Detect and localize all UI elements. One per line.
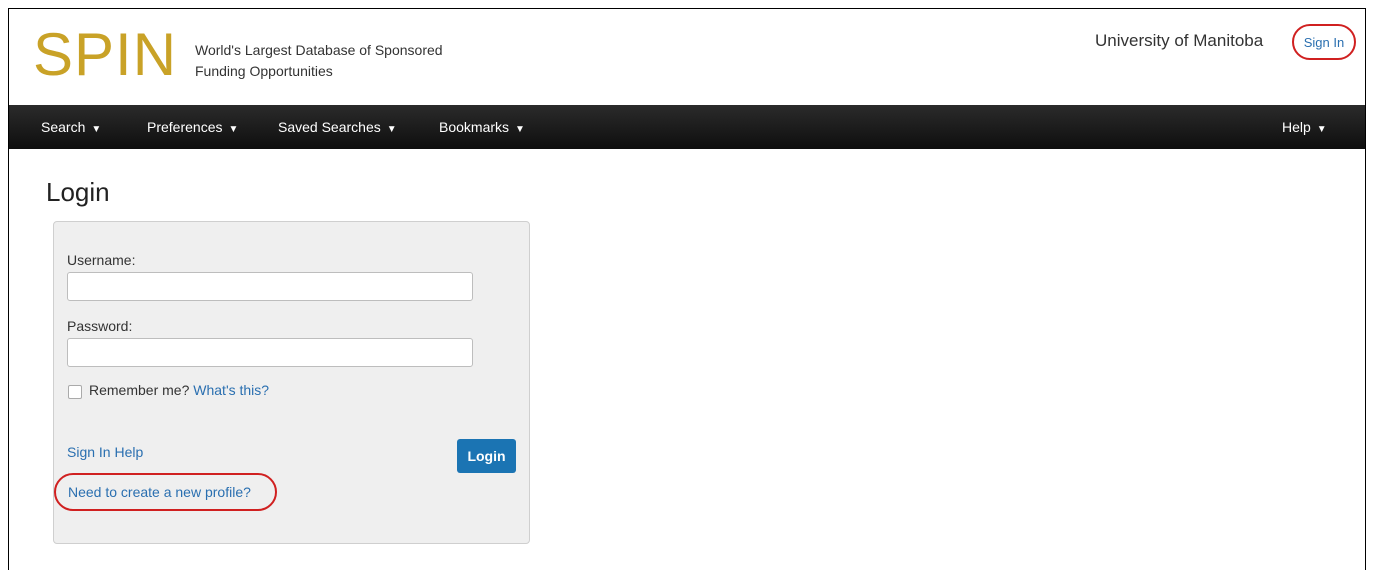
remember-me-label[interactable]: Remember me? [89,382,189,398]
login-panel: Username: Password: Remember me? What's … [53,221,530,544]
password-label: Password: [67,318,133,334]
nav-bookmarks[interactable]: Bookmarks ▼ [439,105,525,149]
caret-down-icon: ▼ [1316,124,1327,135]
new-profile-link[interactable]: Need to create a new profile? [54,473,277,511]
main-nav: Search ▼ Preferences ▼ Saved Searches ▼ Boo… [9,105,1365,149]
nav-search[interactable]: Search ▼ [41,105,101,149]
nav-bookmarks-label: Bookmarks [439,119,510,135]
site-tagline: World's Largest Database of Sponsored Fu… [195,40,495,82]
caret-down-icon: ▼ [91,124,102,135]
username-input[interactable] [67,272,473,301]
nav-preferences-label: Preferences [147,119,223,135]
nav-help[interactable]: Help ▼ [1282,105,1327,149]
nav-saved-searches-label: Saved Searches [278,119,381,135]
caret-down-icon: ▼ [515,124,525,135]
whats-this-link[interactable]: What's this? [193,382,269,398]
page-title: Login [46,177,110,207]
nav-search-label: Search [41,119,86,135]
nav-preferences[interactable]: Preferences ▼ [147,105,238,149]
tagline-line-2: Funding Opportunities [195,63,333,79]
institution-name: University of Manitoba [1095,31,1264,50]
caret-down-icon: ▼ [228,124,239,135]
remember-me-row: Remember me? What's this? [89,382,269,398]
tagline-line-1: World's Largest Database of Sponsored [195,42,443,58]
site-header: SPIN World's Largest Database of Sponsor… [9,9,1365,105]
password-input[interactable] [67,338,473,367]
remember-me-checkbox[interactable] [68,385,82,399]
spin-logo[interactable]: SPIN [33,25,177,85]
sign-in-help-link[interactable]: Sign In Help [67,444,143,460]
nav-help-label: Help [1282,119,1311,135]
sign-in-link[interactable]: Sign In [1292,24,1356,60]
nav-saved-searches[interactable]: Saved Searches ▼ [278,105,397,149]
browser-frame: SPIN World's Largest Database of Sponsor… [8,8,1366,570]
login-button[interactable]: Login [457,439,516,473]
username-label: Username: [67,252,136,268]
caret-down-icon: ▼ [386,124,397,135]
